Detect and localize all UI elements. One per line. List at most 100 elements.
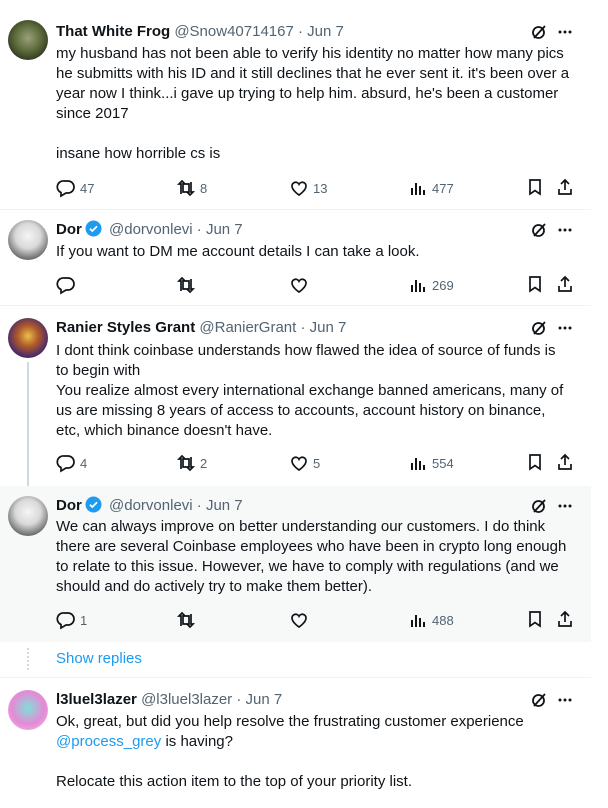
share-icon bbox=[558, 275, 572, 292]
grok-icon[interactable] bbox=[531, 320, 547, 341]
author-name[interactable]: That White Frog bbox=[56, 23, 170, 40]
bookmark-icon bbox=[529, 611, 541, 628]
author-handle[interactable]: @l3luel3lazer bbox=[141, 691, 232, 708]
repost-button[interactable] bbox=[176, 610, 200, 630]
grok-icon[interactable] bbox=[531, 498, 547, 519]
avatar[interactable] bbox=[8, 318, 48, 358]
like-icon bbox=[291, 181, 307, 197]
author-name[interactable]: l3luel3lazer bbox=[56, 691, 137, 708]
show-replies-row: Show replies bbox=[0, 642, 591, 678]
like-icon bbox=[291, 456, 307, 472]
tweet[interactable]: Dor @dorvonlevi · Jun 7 If you want to D… bbox=[0, 210, 591, 306]
tweet-actions: 269 bbox=[56, 275, 576, 295]
share-icon bbox=[558, 178, 572, 195]
views-icon bbox=[411, 280, 425, 292]
views-icon bbox=[411, 183, 425, 195]
more-icon[interactable] bbox=[557, 692, 573, 713]
author-name[interactable]: Ranier Styles Grant bbox=[56, 319, 195, 336]
reply-button[interactable]: 4 bbox=[56, 453, 87, 473]
author-name[interactable]: Dor bbox=[56, 221, 82, 238]
views-button[interactable]: 477 bbox=[408, 178, 454, 198]
tweet-actions: 1 488 bbox=[56, 610, 576, 630]
views-icon bbox=[411, 458, 425, 470]
repost-button[interactable]: 2 bbox=[176, 453, 207, 473]
like-button[interactable]: 5 bbox=[289, 453, 320, 473]
grok-icon[interactable] bbox=[531, 222, 547, 243]
repost-button[interactable]: 8 bbox=[176, 178, 207, 198]
author-handle[interactable]: @Snow40714167 bbox=[174, 23, 294, 40]
author-handle[interactable]: @dorvonlevi bbox=[109, 221, 193, 238]
share-icon bbox=[558, 453, 572, 470]
avatar[interactable] bbox=[8, 20, 48, 60]
tweet[interactable]: l3luel3lazer @l3luel3lazer · Jun 7 Ok, g… bbox=[0, 678, 591, 808]
views-button[interactable]: 554 bbox=[408, 453, 454, 473]
reply-button[interactable]: 47 bbox=[56, 178, 94, 198]
avatar[interactable] bbox=[8, 496, 48, 536]
tweet-date[interactable]: · Jun 7 bbox=[197, 497, 243, 514]
views-count: 554 bbox=[432, 455, 454, 471]
bookmark-icon bbox=[529, 276, 541, 293]
views-button[interactable]: 488 bbox=[408, 610, 454, 630]
more-icon[interactable] bbox=[557, 222, 573, 243]
share-button[interactable] bbox=[556, 610, 574, 628]
reply-count: 1 bbox=[80, 612, 88, 628]
tweet[interactable]: That White Frog @Snow40714167 · Jun 7 my… bbox=[0, 0, 591, 210]
tweet-date[interactable]: · Jun 7 bbox=[298, 23, 344, 40]
tweet-text: I dont think coinbase understands how fl… bbox=[56, 342, 564, 439]
grok-icon[interactable] bbox=[531, 692, 547, 713]
reply-count: 4 bbox=[80, 455, 88, 471]
reply-count: 47 bbox=[80, 180, 95, 196]
reply-icon bbox=[56, 180, 75, 198]
reply-button[interactable]: 1 bbox=[56, 610, 87, 630]
reply-icon bbox=[56, 277, 75, 295]
reply-icon bbox=[56, 612, 75, 630]
bookmark-button[interactable] bbox=[526, 178, 544, 196]
avatar[interactable] bbox=[8, 220, 48, 260]
tweet-date[interactable]: · Jun 7 bbox=[301, 319, 347, 336]
show-replies-link[interactable]: Show replies bbox=[56, 650, 142, 667]
tweet-actions: 47 8 13 477 bbox=[56, 178, 576, 198]
author-name[interactable]: Dor bbox=[56, 497, 82, 514]
like-button[interactable] bbox=[289, 610, 313, 630]
views-count: 269 bbox=[432, 277, 454, 293]
views-count: 488 bbox=[432, 612, 454, 628]
views-count: 477 bbox=[432, 180, 454, 196]
avatar[interactable] bbox=[8, 690, 48, 730]
mention-link[interactable]: @process_grey bbox=[56, 733, 161, 750]
repost-icon bbox=[176, 179, 196, 197]
more-icon[interactable] bbox=[557, 24, 573, 45]
repost-button[interactable] bbox=[176, 275, 200, 295]
more-icon[interactable] bbox=[557, 498, 573, 519]
author-handle[interactable]: @RanierGrant bbox=[199, 319, 296, 336]
share-button[interactable] bbox=[556, 178, 574, 196]
tweet-date[interactable]: · Jun 7 bbox=[236, 691, 282, 708]
like-icon bbox=[291, 613, 307, 629]
more-icon[interactable] bbox=[557, 320, 573, 341]
tweet[interactable]: Dor @dorvonlevi · Jun 7 We can always im… bbox=[0, 486, 591, 642]
share-button[interactable] bbox=[556, 275, 574, 293]
repost-count: 2 bbox=[200, 455, 208, 471]
tweet[interactable]: Ranier Styles Grant @RanierGrant · Jun 7… bbox=[0, 306, 591, 486]
bookmark-icon bbox=[529, 454, 541, 471]
repost-icon bbox=[176, 276, 196, 294]
bookmark-button[interactable] bbox=[526, 453, 544, 471]
reply-button[interactable] bbox=[56, 275, 80, 295]
like-button[interactable]: 13 bbox=[289, 178, 327, 198]
bookmark-button[interactable] bbox=[526, 610, 544, 628]
repost-icon bbox=[176, 611, 196, 629]
share-button[interactable] bbox=[556, 453, 574, 471]
author-handle[interactable]: @dorvonlevi bbox=[109, 497, 193, 514]
tweet-date[interactable]: · Jun 7 bbox=[197, 221, 243, 238]
tweet-text: Ok, great, but did you help resolve the … bbox=[56, 712, 571, 792]
bookmark-button[interactable] bbox=[526, 275, 544, 293]
verified-badge-icon bbox=[85, 220, 102, 243]
share-icon bbox=[558, 610, 572, 627]
tweet-text: We can always improve on better understa… bbox=[56, 518, 571, 595]
repost-icon bbox=[176, 454, 196, 472]
like-button[interactable] bbox=[289, 275, 313, 295]
reply-icon bbox=[56, 455, 75, 473]
verified-badge-icon bbox=[85, 496, 102, 519]
repost-count: 8 bbox=[200, 180, 208, 196]
grok-icon[interactable] bbox=[531, 24, 547, 45]
views-button[interactable]: 269 bbox=[408, 275, 454, 295]
